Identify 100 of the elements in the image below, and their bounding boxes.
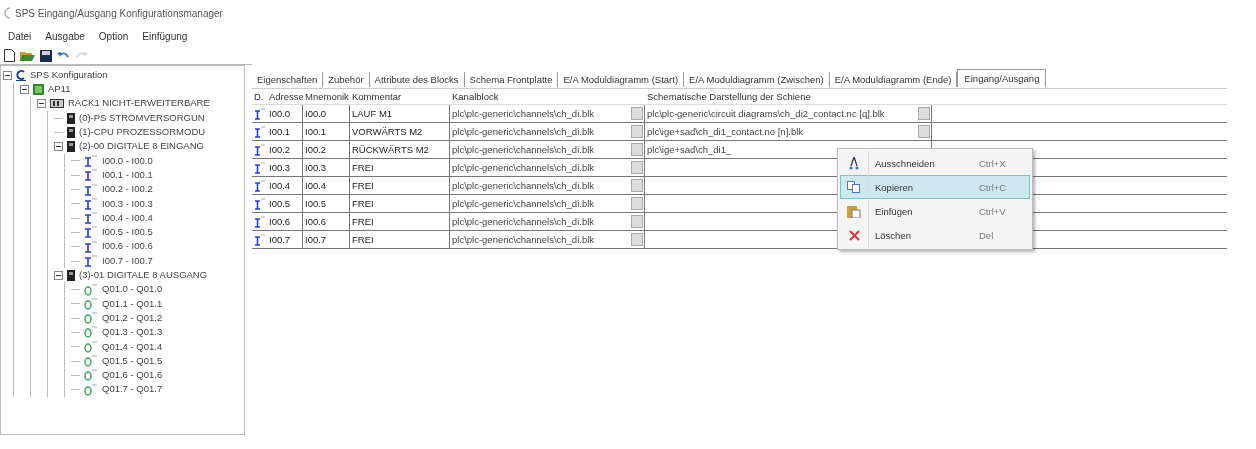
- browse-button[interactable]: [631, 161, 643, 174]
- table-cell: I00.0: [267, 105, 303, 122]
- module-icon: [67, 112, 75, 124]
- tree-item[interactable]: I00.6 - I00.6: [102, 241, 153, 252]
- tree-item[interactable]: (3)-01 DIGITALE 8 AUSGANG: [79, 270, 208, 281]
- tab[interactable]: Attribute des Blocks: [369, 72, 465, 87]
- tree-item[interactable]: AP11: [48, 84, 71, 95]
- output-icon: [84, 297, 98, 310]
- tree-item[interactable]: I00.4 - I00.4: [102, 212, 153, 224]
- input-icon: [254, 125, 266, 138]
- collapse-toggle[interactable]: [37, 99, 46, 109]
- tree-item[interactable]: Q01.7 - Q01.7: [102, 384, 163, 395]
- table-cell: plc\plc-generic\channels\ch_di.blk: [452, 234, 595, 245]
- table-cell: LAUF M1: [350, 105, 450, 122]
- open-folder-icon[interactable]: [20, 49, 35, 62]
- table-cell: plc\plc-generic\channels\ch_di.blk: [452, 162, 595, 173]
- save-icon[interactable]: [40, 49, 52, 62]
- tree-item[interactable]: I00.2 - I00.2: [102, 184, 153, 195]
- table-cell: I00.1: [267, 123, 303, 140]
- tree-item[interactable]: (0)-PS STROMVERSORGUN: [79, 112, 205, 124]
- tree-item[interactable]: RACK1 NICHT-ERWEITERBARE: [68, 98, 210, 109]
- context-menu-item[interactable]: Einfügen Ctrl+V: [840, 199, 1030, 223]
- menu-item[interactable]: Datei: [8, 30, 32, 42]
- browse-button[interactable]: [631, 107, 643, 120]
- collapse-toggle[interactable]: [20, 84, 29, 94]
- column-header[interactable]: Kommentar: [350, 89, 450, 104]
- table-cell: FREI: [350, 159, 450, 176]
- input-icon: [84, 169, 98, 182]
- collapse-toggle[interactable]: [54, 270, 63, 280]
- table-cell: plc\plc-generic\channels\ch_di.blk: [452, 144, 595, 155]
- new-file-icon[interactable]: [4, 49, 15, 62]
- table-cell: I00.6: [303, 213, 350, 230]
- browse-button[interactable]: [631, 233, 643, 246]
- table-cell: plc\plc-generic\channels\ch_di.blk: [452, 108, 595, 119]
- browse-button[interactable]: [631, 197, 643, 210]
- tree-item[interactable]: Q01.4 - Q01.4: [102, 341, 163, 353]
- tree-item[interactable]: Q01.0 - Q01.0: [102, 284, 163, 295]
- tree-item[interactable]: I00.3 - I00.3: [102, 198, 153, 210]
- column-header[interactable]: Mnemonik: [303, 89, 350, 104]
- table-cell: I00.3: [267, 159, 303, 176]
- output-icon: [84, 340, 98, 353]
- c-icon: [16, 69, 26, 82]
- rack-icon: [50, 99, 64, 109]
- tab[interactable]: Eingang/Ausgang: [957, 69, 1047, 87]
- tree-item[interactable]: I00.1 - I00.1: [102, 169, 153, 181]
- table-cell: FREI: [350, 195, 450, 212]
- menu-item[interactable]: Option: [98, 30, 129, 42]
- tree-item[interactable]: I00.5 - I00.5: [102, 227, 153, 238]
- table-cell: I00.5: [267, 195, 303, 212]
- tab[interactable]: E/A Moduldiagramm (Zwischen): [684, 72, 830, 87]
- menu-item[interactable]: Einfügung: [142, 30, 188, 42]
- input-icon: [254, 233, 266, 246]
- table-cell: I00.5: [303, 195, 350, 212]
- table-cell: FREI: [350, 231, 450, 248]
- browse-button[interactable]: [631, 143, 643, 156]
- browse-button[interactable]: [631, 179, 643, 192]
- tree-item[interactable]: Q01.2 - Q01.2: [102, 312, 163, 324]
- tab[interactable]: Eigenschaften: [252, 72, 324, 87]
- tab[interactable]: Schema Frontplatte: [464, 72, 559, 87]
- module-icon: [67, 141, 75, 153]
- column-header[interactable]: Kanalblock: [450, 89, 645, 104]
- context-menu-item[interactable]: Kopieren Ctrl+C: [840, 175, 1030, 199]
- context-menu-item[interactable]: Ausschneiden Ctrl+X: [840, 151, 1030, 175]
- input-icon: [84, 212, 98, 225]
- browse-button[interactable]: [918, 125, 930, 138]
- menu-item[interactable]: Ausgabe: [45, 30, 85, 42]
- tree-item[interactable]: I00.7 - I00.7: [102, 255, 153, 267]
- table-cell: I00.3: [303, 159, 350, 176]
- app-icon: [4, 7, 12, 19]
- collapse-toggle[interactable]: [3, 70, 12, 80]
- input-icon: [84, 197, 98, 210]
- tree-item[interactable]: Q01.6 - Q01.6: [102, 370, 163, 381]
- column-header[interactable]: Adresse: [267, 89, 303, 104]
- tree-item[interactable]: Q01.5 - Q01.5: [102, 355, 163, 367]
- copy-icon: [847, 181, 861, 193]
- tree-item[interactable]: Q01.1 - Q01.1: [102, 298, 163, 310]
- tree-item[interactable]: (2)-00 DIGITALE 8 EINGANG: [79, 141, 204, 152]
- output-icon: [84, 283, 98, 296]
- collapse-toggle[interactable]: [54, 142, 63, 152]
- table-cell: I00.4: [267, 177, 303, 194]
- table-cell: plc\ige+sad\ch_di1_: [647, 144, 732, 155]
- output-icon: [84, 355, 98, 368]
- tree-item[interactable]: Q01.3 - Q01.3: [102, 327, 163, 338]
- tree-item[interactable]: (1)-CPU PROZESSORMODU: [79, 127, 206, 138]
- browse-button[interactable]: [631, 215, 643, 228]
- tree-item[interactable]: SPS Konfiguration: [30, 69, 108, 81]
- window-title: SPS Eingang/Ausgang Konfigurationsmanager: [15, 7, 223, 19]
- tab[interactable]: Zubehör: [323, 72, 370, 87]
- column-header[interactable]: D.: [252, 89, 267, 104]
- input-icon: [84, 154, 98, 167]
- output-icon: [84, 312, 98, 325]
- tab[interactable]: E/A Moduldiagramm (Start): [558, 72, 685, 87]
- input-icon: [254, 215, 266, 228]
- context-menu-item[interactable]: Löschen Del: [840, 223, 1030, 247]
- browse-button[interactable]: [918, 107, 930, 120]
- tree-item[interactable]: I00.0 - I00.0: [102, 155, 153, 167]
- browse-button[interactable]: [631, 125, 643, 138]
- delete-icon: [848, 229, 860, 241]
- table-cell: I00.6: [267, 213, 303, 230]
- column-header[interactable]: Schematische Darstellung der Schiene: [645, 89, 932, 104]
